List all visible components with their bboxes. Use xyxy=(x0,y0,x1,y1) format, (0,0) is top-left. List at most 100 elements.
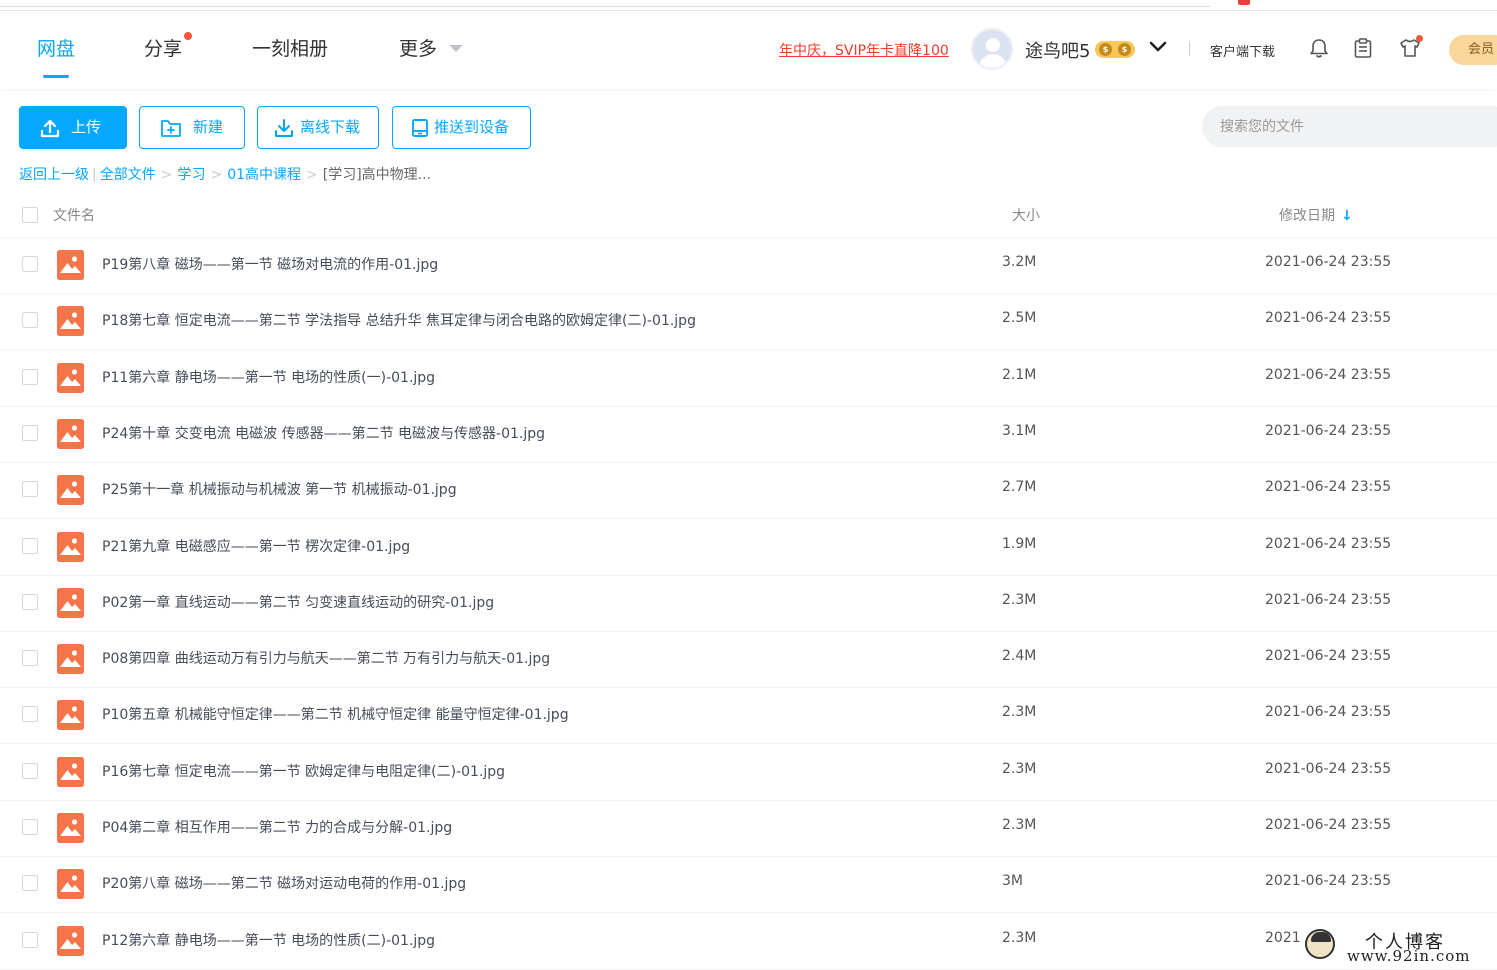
file-name[interactable]: P24第十章 交变电流 电磁波 传感器——第二节 电磁波与传感器-01.jpg xyxy=(102,423,545,443)
row-checkbox[interactable] xyxy=(22,481,38,497)
image-file-icon xyxy=(57,419,84,449)
file-name[interactable]: P04第二章 相互作用——第二节 力的合成与分解-01.jpg xyxy=(102,817,452,837)
table-row[interactable]: P20第八章 磁场——第二节 磁场对运动电荷的作用-01.jpg 3M 2021-0… xyxy=(0,856,1497,913)
crumb-study[interactable]: 学习 xyxy=(177,167,205,183)
username[interactable]: 途鸟吧5 xyxy=(1025,37,1090,63)
table-row[interactable]: P21第九章 电磁感应——第一节 楞次定律-01.jpg 1.9M 2021-06-… xyxy=(0,519,1497,576)
row-checkbox[interactable] xyxy=(22,650,38,666)
file-size: 2.3M xyxy=(1002,930,1037,946)
file-date: 2021-06-24 23:55 xyxy=(1265,479,1392,495)
table-row[interactable]: P08第四章 曲线运动万有引力与航天——第二节 万有引力与航天-01.jpg 2.… xyxy=(0,631,1497,688)
file-name[interactable]: P18第七章 恒定电流——第二节 学法指导 总结升华 焦耳定律与闭合电路的欧姆定… xyxy=(102,310,696,330)
search-input[interactable]: 搜索您的文件 xyxy=(1202,106,1497,147)
nav-share-label: 分享 xyxy=(144,38,183,60)
row-checkbox[interactable] xyxy=(22,706,38,722)
file-size: 3.2M xyxy=(1002,254,1037,270)
file-date: 2021 xyxy=(1265,930,1301,946)
table-row[interactable]: P04第二章 相互作用——第二节 力的合成与分解-01.jpg 2.3M 2021-… xyxy=(0,800,1497,857)
file-name[interactable]: P08第四章 曲线运动万有引力与航天——第二节 万有引力与航天-01.jpg xyxy=(102,648,550,668)
image-file-icon xyxy=(57,475,84,505)
image-file-icon xyxy=(57,644,84,674)
file-date: 2021-06-24 23:55 xyxy=(1265,423,1392,439)
file-name[interactable]: P11第六章 静电场——第一节 电场的性质(一)-01.jpg xyxy=(102,367,435,387)
file-date: 2021-06-24 23:55 xyxy=(1265,817,1392,833)
new-folder-button[interactable]: 新建 xyxy=(139,106,245,149)
table-row[interactable]: P02第一章 直线运动——第二节 匀变速直线运动的研究-01.jpg 2.3M 20… xyxy=(0,575,1497,632)
file-name[interactable]: P25第十一章 机械振动与机械波 第一节 机械振动-01.jpg xyxy=(102,479,457,499)
file-name[interactable]: P02第一章 直线运动——第二节 匀变速直线运动的研究-01.jpg xyxy=(102,592,494,612)
back-link[interactable]: 返回上一级 xyxy=(19,167,89,183)
nav-netdisk[interactable]: 网盘 xyxy=(37,11,75,89)
nav-share[interactable]: 分享 xyxy=(144,11,193,89)
file-date: 2021-06-24 23:55 xyxy=(1265,367,1392,383)
row-checkbox[interactable] xyxy=(22,763,38,779)
row-checkbox[interactable] xyxy=(22,425,38,441)
col-date-header[interactable]: 修改日期 ↓ xyxy=(1279,205,1353,225)
file-date: 2021-06-24 23:55 xyxy=(1265,536,1392,552)
crumb-all-files[interactable]: 全部文件 xyxy=(100,167,156,183)
row-checkbox[interactable] xyxy=(22,312,38,328)
caret-down-icon xyxy=(449,45,464,52)
col-name-header[interactable]: 文件名 xyxy=(53,205,95,225)
file-name[interactable]: P10第五章 机械能守恒定律——第二节 机械守恒定律 能量守恒定律-01.jpg xyxy=(102,704,569,724)
notification-marker xyxy=(1238,0,1250,5)
file-name[interactable]: P16第七章 恒定电流——第一节 欧姆定律与电阻定律(二)-01.jpg xyxy=(102,761,505,781)
member-button[interactable]: 会员 xyxy=(1449,35,1497,65)
row-checkbox[interactable] xyxy=(22,538,38,554)
device-icon xyxy=(412,119,428,137)
tshirt-skin-icon[interactable] xyxy=(1399,35,1423,59)
file-name[interactable]: P21第九章 电磁感应——第一节 楞次定律-01.jpg xyxy=(102,536,410,556)
file-size: 2.5M xyxy=(1002,310,1037,326)
push-to-device-button[interactable]: 推送到设备 xyxy=(392,106,531,149)
upload-icon xyxy=(40,119,60,138)
file-name[interactable]: P20第八章 磁场——第二节 磁场对运动电荷的作用-01.jpg xyxy=(102,873,466,893)
nav-album[interactable]: 一刻相册 xyxy=(252,11,328,89)
horizontal-scrollbar[interactable] xyxy=(0,0,1210,7)
file-name[interactable]: P12第六章 静电场——第一节 电场的性质(二)-01.jpg xyxy=(102,930,435,950)
table-row[interactable]: P18第七章 恒定电流——第二节 学法指导 总结升华 焦耳定律与闭合电路的欧姆定… xyxy=(0,293,1497,350)
file-size: 2.3M xyxy=(1002,592,1037,608)
image-file-icon xyxy=(57,363,84,393)
table-row[interactable]: P24第十章 交变电流 电磁波 传感器——第二节 电磁波与传感器-01.jpg 3… xyxy=(0,406,1497,463)
file-name[interactable]: P19第八章 磁场——第一节 磁场对电流的作用-01.jpg xyxy=(102,254,438,274)
table-header: 文件名 大小 修改日期 ↓ xyxy=(0,197,1497,238)
row-checkbox[interactable] xyxy=(22,875,38,891)
table-row[interactable]: P16第七章 恒定电流——第一节 欧姆定律与电阻定律(二)-01.jpg 2.3M… xyxy=(0,744,1497,801)
table-row[interactable]: P10第五章 机械能守恒定律——第二节 机械守恒定律 能量守恒定律-01.jpg… xyxy=(0,687,1497,744)
image-file-icon xyxy=(57,926,84,956)
nav-album-label: 一刻相册 xyxy=(252,38,329,60)
push-to-device-label: 推送到设备 xyxy=(434,118,510,136)
vip-coin-icon: $ xyxy=(1099,43,1112,56)
row-checkbox[interactable] xyxy=(22,256,38,272)
image-file-icon xyxy=(57,869,84,899)
bell-icon[interactable] xyxy=(1308,37,1330,59)
select-all-checkbox[interactable] xyxy=(22,207,38,223)
chevron-down-icon[interactable] xyxy=(1149,40,1167,54)
image-file-icon xyxy=(57,532,84,562)
image-file-icon xyxy=(57,757,84,787)
vip-badge[interactable]: $ $ xyxy=(1095,41,1135,58)
col-size-header[interactable]: 大小 xyxy=(1012,205,1040,225)
row-checkbox[interactable] xyxy=(22,369,38,385)
image-file-icon xyxy=(57,700,84,730)
crumb-current: [学习]高中物理... xyxy=(322,167,432,183)
skin-new-dot xyxy=(1416,35,1423,42)
upload-button[interactable]: 上传 xyxy=(19,106,127,149)
clipboard-icon[interactable] xyxy=(1352,37,1374,59)
table-row[interactable]: P11第六章 静电场——第一节 电场的性质(一)-01.jpg 2.1M 2021-… xyxy=(0,350,1497,407)
offline-download-button[interactable]: 离线下载 xyxy=(257,106,379,149)
table-row[interactable]: P12第六章 静电场——第一节 电场的性质(二)-01.jpg 2.3M 2021 xyxy=(0,913,1497,970)
avatar[interactable] xyxy=(971,28,1013,70)
crumb-highschool[interactable]: 01高中课程 xyxy=(227,167,301,183)
row-checkbox[interactable] xyxy=(22,932,38,948)
table-row[interactable]: P25第十一章 机械振动与机械波 第一节 机械振动-01.jpg 2.7M 2021… xyxy=(0,462,1497,519)
nav-more[interactable]: 更多 xyxy=(399,11,464,89)
search-placeholder: 搜索您的文件 xyxy=(1220,119,1304,135)
nav-netdisk-label: 网盘 xyxy=(37,38,76,60)
client-download-link[interactable]: 客户端下载 xyxy=(1210,41,1275,60)
row-checkbox[interactable] xyxy=(22,594,38,610)
promo-link[interactable]: 年中庆，SVIP年卡直降100 xyxy=(779,40,949,60)
row-checkbox[interactable] xyxy=(22,819,38,835)
table-row[interactable]: P19第八章 磁场——第一节 磁场对电流的作用-01.jpg 3.2M 2021-0… xyxy=(0,237,1497,294)
image-file-icon xyxy=(57,306,84,336)
